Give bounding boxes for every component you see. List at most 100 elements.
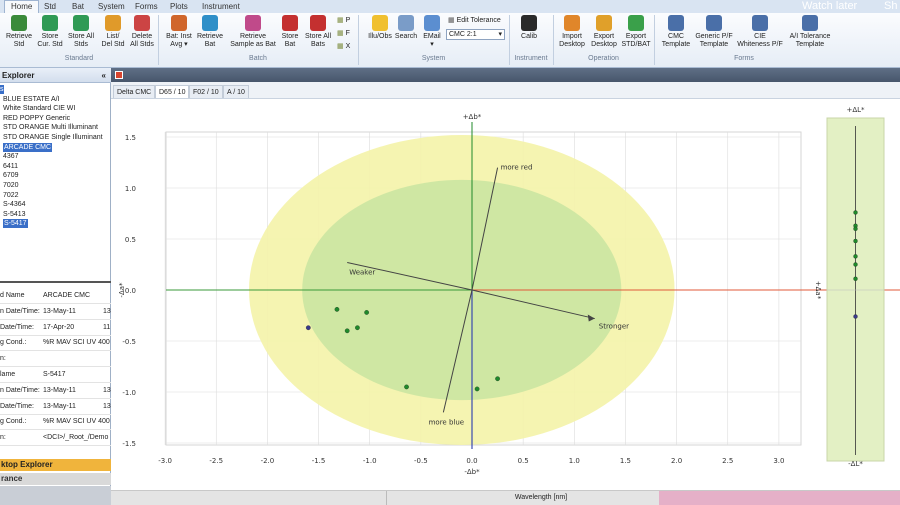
ai-tolerance-button[interactable]: A/I Tolerance Template: [785, 15, 835, 49]
tree-item-label: 4367: [3, 153, 19, 161]
small-p-button[interactable]: ▦ P: [337, 16, 350, 25]
data-point[interactable]: [305, 325, 311, 331]
tree-item[interactable]: ARCADE CMC: [3, 142, 53, 152]
delta-l-point[interactable]: [853, 314, 858, 319]
delete-all-button[interactable]: Delete All Stds: [127, 15, 157, 49]
property-row: Date/Time: 13-May-11 13: [0, 400, 111, 414]
tab-bat[interactable]: Bat: [72, 1, 84, 13]
data-point[interactable]: [334, 307, 340, 312]
cie-whiteness-button[interactable]: CIE Whiteness P/F: [737, 15, 783, 49]
property-extra: 13: [103, 307, 111, 315]
ribbon-button-label: Illu/Obs: [368, 33, 392, 40]
document-icon[interactable]: [115, 71, 123, 79]
tab-plots[interactable]: Plots: [170, 1, 188, 13]
delta-l-top-label: +ΔL*: [846, 106, 865, 114]
data-point[interactable]: [474, 386, 480, 392]
tree-item[interactable]: S-5417: [3, 219, 28, 229]
delta-l-point[interactable]: [853, 254, 858, 259]
collapse-icon[interactable]: «: [102, 68, 106, 83]
x-tick-label: 2.0: [671, 457, 682, 465]
small-x-button[interactable]: ▦ X: [337, 42, 350, 51]
bulb-button[interactable]: Illu/Obs: [366, 15, 394, 41]
delta-l-point[interactable]: [853, 238, 858, 244]
x-tick-label: 1.5: [620, 457, 631, 465]
tree-item-label: S-4364: [3, 201, 26, 209]
data-point[interactable]: [344, 328, 350, 334]
tree-item[interactable]: S-5413: [3, 210, 26, 219]
delta-l-point[interactable]: [853, 276, 858, 281]
data-point[interactable]: [495, 376, 500, 382]
tab-instrument[interactable]: Instrument: [202, 1, 240, 13]
explorer-title: Explorer: [2, 71, 35, 80]
store-all-disk-button[interactable]: Store All Stds: [64, 15, 98, 49]
status-bar: Wavelength [nm]: [111, 490, 900, 505]
panel-splitter[interactable]: [0, 281, 111, 283]
small-f-button[interactable]: ▦ F: [337, 29, 350, 38]
store-bat-button[interactable]: Store Bat: [278, 15, 302, 49]
tree-item[interactable]: RED POPPY Generic: [3, 114, 70, 123]
tree-item[interactable]: 7020: [3, 181, 19, 190]
list-del-button[interactable]: List/ Del Std: [99, 15, 127, 49]
ribbon-button-label: Export STD/BAT: [621, 33, 651, 48]
edit-tolerance-button[interactable]: ▦ Edit Tolerance: [448, 16, 501, 25]
tree-item[interactable]: S-4364: [3, 200, 26, 209]
property-row: n Date/Time: 13-May-11 13: [0, 384, 111, 398]
tab-delta-cmc[interactable]: Delta CMC: [113, 85, 156, 98]
email-button[interactable]: EMail ▾: [422, 15, 442, 49]
cmc-template-button[interactable]: CMC Template: [660, 15, 692, 49]
store-disk-button[interactable]: Store Cur. Std: [35, 15, 65, 49]
tab-f02-10[interactable]: F02 / 10: [189, 85, 223, 98]
data-point[interactable]: [404, 384, 409, 390]
search-button[interactable]: Search: [394, 15, 418, 41]
axis-top-label: +Δb*: [463, 113, 482, 121]
tree-item[interactable]: s: [0, 85, 4, 94]
store-bat-icon: [282, 15, 298, 31]
delta-l-point[interactable]: [853, 226, 858, 231]
tree-item-label: RED POPPY Generic: [3, 114, 71, 122]
calib-button[interactable]: Calib: [516, 15, 542, 41]
tree-item[interactable]: 6709: [3, 171, 19, 180]
tolerance-tab[interactable]: rance: [0, 473, 111, 485]
desktop-explorer-tab[interactable]: ktop Explorer: [0, 459, 111, 471]
data-point[interactable]: [364, 310, 369, 315]
tolerance-combo[interactable]: CMC 2:1 ▾: [446, 29, 505, 40]
retrieve-std-button[interactable]: Retrieve Std: [5, 15, 33, 49]
tab-forms[interactable]: Forms: [135, 1, 158, 13]
export-std-bat-button[interactable]: Export STD/BAT: [621, 15, 651, 49]
property-name: d Name: [0, 292, 25, 299]
search-icon: [398, 15, 414, 31]
delta-l-point[interactable]: [853, 210, 858, 215]
tab-system[interactable]: System: [98, 1, 125, 13]
tree-item[interactable]: White Standard CIE WI: [3, 104, 75, 113]
export-desktop-button[interactable]: Export Desktop: [589, 15, 619, 49]
property-name: g Cond.:: [0, 418, 27, 426]
y-tick-label: 1.0: [125, 185, 136, 193]
share-overlay[interactable]: Sh: [884, 0, 897, 13]
store-all-bats-button[interactable]: Store All Bats: [302, 15, 334, 49]
tab-home[interactable]: Home: [4, 0, 40, 13]
tree-item[interactable]: BLUE ESTATE A/I: [3, 95, 60, 104]
property-row: n Date/Time: 13-May-11 13: [0, 305, 111, 319]
tree-item[interactable]: 7022: [3, 191, 19, 200]
tab-a-10[interactable]: A / 10: [223, 85, 249, 98]
tree-item[interactable]: 6411: [3, 162, 18, 171]
import-desktop-button[interactable]: Import Desktop: [557, 15, 587, 49]
retrieve-sample-button[interactable]: Retrieve Sample as Bat: [228, 15, 278, 49]
data-point[interactable]: [355, 325, 360, 331]
watch-later-overlay[interactable]: Watch later: [802, 0, 857, 13]
tab-std[interactable]: Std: [44, 1, 56, 13]
import-desktop-icon: [564, 15, 580, 31]
tree-item[interactable]: STD ORANGE Single Illuminant: [3, 133, 103, 142]
delta-ab-plot[interactable]: more red more blue Weaker Stronger -3.0 -2.5 -…: [111, 99, 900, 490]
bat-inst-button[interactable]: Bat: Inst Avg ▾: [163, 15, 195, 49]
ribbon-button-label: Bat: Inst Avg ▾: [166, 33, 192, 48]
generic-pf-button[interactable]: Generic P/F Template: [694, 15, 734, 49]
retrieve-bat-button[interactable]: Retrieve Bat: [195, 15, 225, 49]
delta-l-point[interactable]: [853, 262, 858, 267]
tab-d65-10[interactable]: D65 / 10: [155, 85, 190, 98]
tree-item[interactable]: 4367: [3, 152, 19, 161]
tree-item-label: White Standard CIE WI: [3, 105, 76, 113]
property-divider: [0, 445, 111, 447]
tree-item[interactable]: STD ORANGE Multi Illuminant: [3, 123, 98, 132]
ribbon-button-label: EMail ▾: [423, 33, 441, 48]
